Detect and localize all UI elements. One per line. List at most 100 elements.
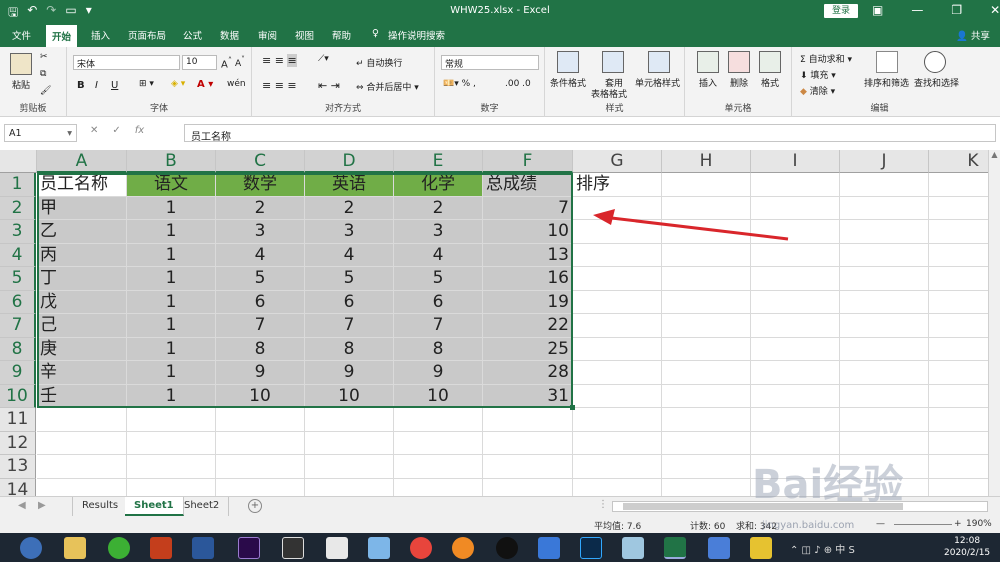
borders-icon[interactable]: ⊞ ▾ <box>139 79 154 89</box>
word-icon[interactable] <box>192 537 214 559</box>
tab-help[interactable]: 帮助 <box>332 28 351 42</box>
header-cell[interactable]: 员工名称 <box>37 173 127 197</box>
cell[interactable] <box>394 455 483 479</box>
cell[interactable] <box>37 455 127 479</box>
grow-font-icon[interactable]: A˄ <box>221 55 232 70</box>
wps-icon[interactable] <box>708 537 730 559</box>
tab-file[interactable]: 文件 <box>12 28 31 42</box>
restore-icon[interactable]: ❐ <box>951 3 962 17</box>
data-cell[interactable]: 1 <box>127 361 216 385</box>
data-cell[interactable]: 2 <box>216 196 305 220</box>
data-cell[interactable]: 壬 <box>37 384 127 408</box>
data-cell[interactable]: 10 <box>216 384 305 408</box>
row-header-12[interactable]: 12 <box>0 431 36 455</box>
tab-formulas[interactable]: 公式 <box>183 28 202 42</box>
data-cell[interactable]: 辛 <box>37 361 127 385</box>
zoom-minus-icon[interactable]: — <box>876 519 885 529</box>
enter-icon[interactable]: ✓ <box>112 125 120 136</box>
notepad-icon[interactable] <box>750 537 772 559</box>
row-header-2[interactable]: 2 <box>0 196 36 220</box>
delete-cells-icon[interactable] <box>728 51 750 73</box>
picture-app-icon[interactable] <box>326 537 348 559</box>
data-cell[interactable]: 1 <box>127 384 216 408</box>
prev-sheet-icon[interactable]: ◀ <box>18 500 26 511</box>
file-explorer-icon[interactable] <box>64 537 86 559</box>
wechat-icon[interactable] <box>108 537 130 559</box>
data-cell[interactable]: 9 <box>394 361 483 385</box>
shrink-font-icon[interactable]: A˅ <box>235 55 245 69</box>
autosum-button[interactable]: Σ 自动求和 ▾ <box>800 52 852 65</box>
tab-home[interactable]: 开始 <box>46 25 78 47</box>
cell[interactable] <box>751 243 840 267</box>
cell[interactable] <box>840 267 929 291</box>
number-format-combo[interactable]: 常规 <box>441 55 539 70</box>
fill-button[interactable]: ⬇ 填充 ▾ <box>800 68 836 81</box>
ribbon-display-icon[interactable]: ▣ <box>872 3 883 17</box>
column-header-g[interactable]: G <box>573 150 662 173</box>
minimize-icon[interactable]: — <box>911 3 923 17</box>
cell[interactable] <box>662 431 751 455</box>
cell[interactable] <box>483 478 573 496</box>
vertical-scrollbar[interactable]: ▲ <box>988 150 1000 496</box>
column-header-j[interactable]: J <box>840 150 929 173</box>
row-header-9[interactable]: 9 <box>0 361 36 385</box>
cell[interactable] <box>662 478 751 496</box>
sheet-options-icon[interactable]: ⋮ <box>598 499 608 510</box>
cell[interactable] <box>37 431 127 455</box>
data-cell[interactable]: 10 <box>483 220 573 244</box>
font-name-combo[interactable]: 宋体 <box>73 55 180 70</box>
row-header-8[interactable]: 8 <box>0 337 36 361</box>
tab-review[interactable]: 审阅 <box>258 28 277 42</box>
photoshop-icon[interactable] <box>580 537 602 559</box>
cell[interactable] <box>573 314 662 338</box>
cell[interactable] <box>573 361 662 385</box>
data-cell[interactable]: 丁 <box>37 267 127 291</box>
format-cells-icon[interactable] <box>759 51 781 73</box>
fill-color-icon[interactable]: ◈ ▾ <box>171 79 185 89</box>
powerpoint-icon[interactable] <box>150 537 172 559</box>
cell[interactable] <box>840 196 929 220</box>
cell[interactable] <box>840 337 929 361</box>
data-cell[interactable]: 5 <box>305 267 394 291</box>
data-cell[interactable]: 5 <box>394 267 483 291</box>
cell[interactable] <box>662 267 751 291</box>
cell[interactable] <box>662 361 751 385</box>
data-cell[interactable]: 4 <box>305 243 394 267</box>
find-select-button[interactable]: 查找和选择 <box>914 76 959 89</box>
sheet-tab-results[interactable]: Results <box>72 497 129 516</box>
zoom-slider[interactable] <box>894 524 952 525</box>
cell[interactable] <box>127 455 216 479</box>
data-cell[interactable]: 甲 <box>37 196 127 220</box>
data-cell[interactable]: 6 <box>305 290 394 314</box>
column-header-a[interactable]: A <box>37 150 127 173</box>
cell[interactable] <box>662 243 751 267</box>
cell[interactable] <box>662 173 751 197</box>
conditional-format-button[interactable]: 条件格式 <box>550 76 586 89</box>
cell[interactable] <box>573 337 662 361</box>
next-sheet-icon[interactable]: ▶ <box>38 500 46 511</box>
font-size-combo[interactable]: 10 <box>182 55 217 70</box>
data-cell[interactable]: 19 <box>483 290 573 314</box>
cell[interactable] <box>37 478 127 496</box>
data-cell[interactable]: 6 <box>394 290 483 314</box>
cell[interactable] <box>662 290 751 314</box>
cell[interactable] <box>573 290 662 314</box>
cell[interactable] <box>573 408 662 432</box>
row-header-14[interactable]: 14 <box>0 478 36 496</box>
row-header-3[interactable]: 3 <box>0 220 36 244</box>
data-cell[interactable]: 5 <box>216 267 305 291</box>
tray-icons[interactable]: ⌃ ◫ ♪ ⊕ 中 S <box>790 541 855 556</box>
data-cell[interactable]: 3 <box>394 220 483 244</box>
scroll-up-icon[interactable]: ▲ <box>989 150 1000 159</box>
copy-icon[interactable]: ⧉ <box>40 69 46 79</box>
cell[interactable] <box>840 220 929 244</box>
close-icon[interactable]: ✕ <box>990 3 1000 17</box>
cell[interactable] <box>305 431 394 455</box>
data-cell[interactable]: 8 <box>394 337 483 361</box>
cell[interactable] <box>751 408 840 432</box>
phonetic-button[interactable]: wén <box>227 79 246 89</box>
data-cell[interactable]: 28 <box>483 361 573 385</box>
row-header-11[interactable]: 11 <box>0 408 36 432</box>
select-all-corner[interactable] <box>0 150 37 173</box>
cell[interactable] <box>127 478 216 496</box>
